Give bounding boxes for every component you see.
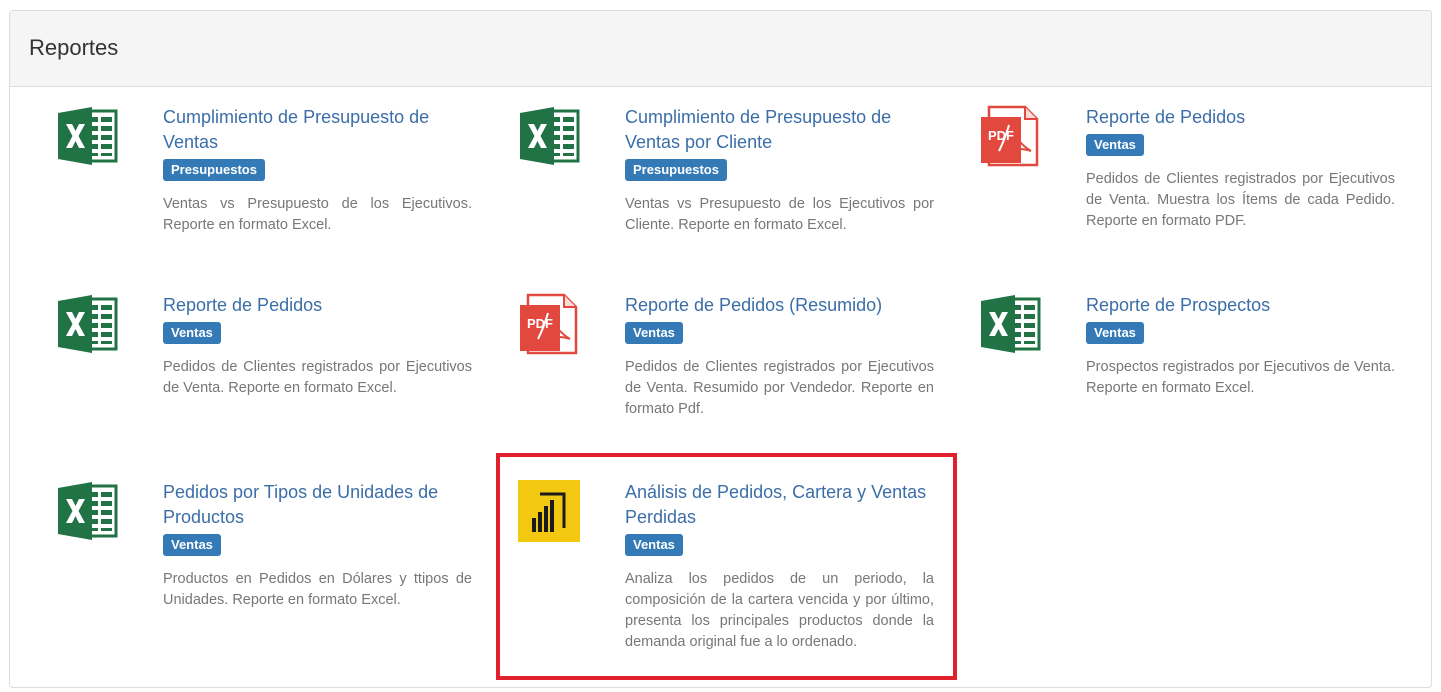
category-badge: Presupuestos [625,159,727,181]
report-description: Prospectos registrados por Ejecutivos de… [1086,359,1395,396]
report-description: Pedidos de Clientes registrados por Ejec… [163,359,472,396]
category-badge: Ventas [1086,322,1144,344]
report-description: Pedidos de Clientes registrados por Ejec… [1086,171,1395,229]
report-description: Analiza los pedidos de un periodo, la co… [625,571,934,650]
report-title-link[interactable]: Análisis de Pedidos, Cartera y Ventas Pe… [625,480,934,530]
category-badge: Presupuestos [163,159,265,181]
pdf-icon[interactable] [518,293,580,355]
report-title-link[interactable]: Cumplimiento de Presupuesto de Ventas [163,105,472,155]
category-badge: Ventas [1086,134,1144,156]
excel-icon[interactable] [518,105,580,167]
report-description: Pedidos de Clientes registrados por Ejec… [625,359,934,417]
pdf-icon[interactable] [979,105,1041,167]
excel-icon[interactable] [56,293,118,355]
report-description: Ventas vs Presupuesto de los Ejecutivos.… [163,196,472,233]
category-badge: Ventas [163,322,221,344]
report-title-link[interactable]: Reporte de Pedidos [1086,105,1395,130]
report-title-link[interactable]: Reporte de Prospectos [1086,293,1395,318]
category-badge: Ventas [163,534,221,556]
excel-icon[interactable] [979,293,1041,355]
report-title-link[interactable]: Pedidos por Tipos de Unidades de Product… [163,480,472,530]
report-title-link[interactable]: Reporte de Pedidos [163,293,472,318]
excel-icon[interactable] [56,105,118,167]
report-description: Productos en Pedidos en Dólares y ttipos… [163,571,472,608]
powerbi-icon[interactable] [518,480,580,542]
panel-heading: Reportes [10,11,1431,87]
category-badge: Ventas [625,322,683,344]
panel-title: Reportes [29,35,119,60]
category-badge: Ventas [625,534,683,556]
report-description: Ventas vs Presupuesto de los Ejecutivos … [625,196,934,233]
excel-icon[interactable] [56,480,118,542]
report-title-link[interactable]: Cumplimiento de Presupuesto de Ventas po… [625,105,934,155]
report-title-link[interactable]: Reporte de Pedidos (Resumido) [625,293,934,318]
